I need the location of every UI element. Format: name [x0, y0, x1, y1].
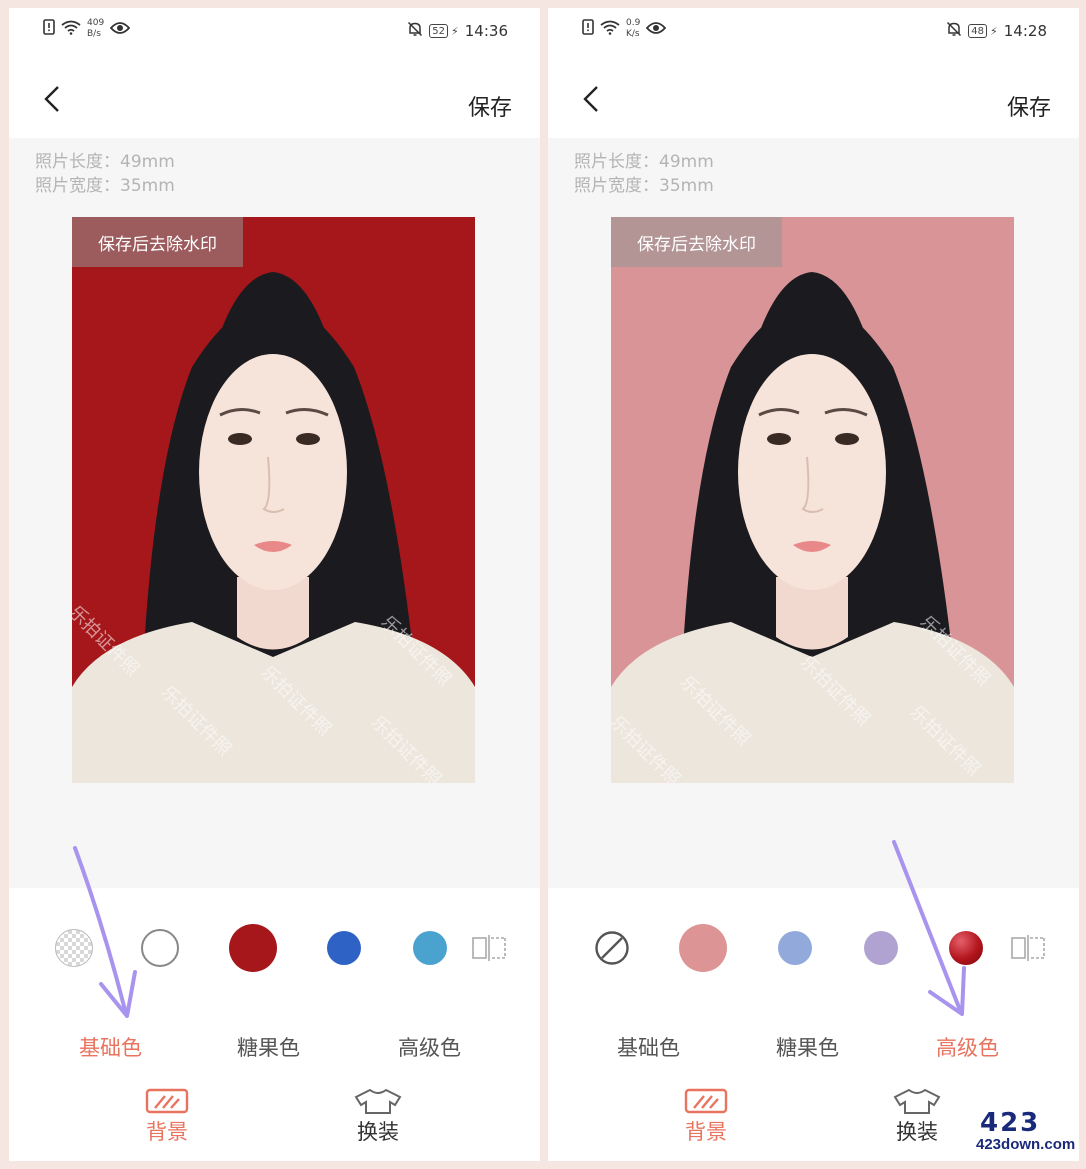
status-bar: 409 B/s 52 ⚡ 14:36: [9, 8, 540, 56]
network-speed: 409 B/s: [87, 18, 104, 40]
color-category-tabs: 基础色 糖果色 高级色: [548, 1016, 1079, 1060]
tab-outfit-label: 换装: [896, 1120, 938, 1144]
status-time: 14:36: [464, 22, 508, 40]
tab-background-label: 背景: [685, 1120, 727, 1144]
network-speed-unit: B/s: [87, 29, 101, 39]
swatch-crimson-gradient[interactable]: [949, 931, 983, 965]
tab-background-label: 背景: [146, 1120, 188, 1144]
eye-icon: [109, 20, 131, 39]
color-category-tabs: 基础色 糖果色 高级色: [9, 1016, 540, 1060]
compare-icon[interactable]: [1010, 934, 1046, 966]
network-speed: 0.9 K/s: [626, 18, 640, 40]
shirt-icon: [893, 1088, 941, 1114]
tab-premium-color[interactable]: 高级色: [398, 1032, 461, 1062]
sim-alert-icon: [43, 19, 55, 39]
photo-size-info: 照片长度：49mm 照片宽度：35mm: [574, 150, 714, 198]
swatch-none[interactable]: [594, 930, 630, 966]
chevron-left-icon: [44, 86, 59, 112]
photo-width-label: 照片宽度：35mm: [574, 176, 714, 196]
tab-background[interactable]: 背景: [145, 1088, 189, 1146]
tab-outfit[interactable]: 换装: [352, 1088, 404, 1146]
id-photo-preview: 保存后去除水印 乐拍证件照 乐拍证件照 乐拍证件照 乐拍证件照 乐拍证件照: [72, 217, 475, 783]
portrait-illustration: [72, 217, 475, 783]
tab-basic-color[interactable]: 基础色: [79, 1032, 142, 1062]
save-button[interactable]: 保存: [468, 90, 512, 122]
swatch-transparent[interactable]: [55, 929, 93, 967]
shirt-icon: [354, 1088, 402, 1114]
battery-indicator: 52: [429, 24, 449, 38]
background-tab-icon: [684, 1088, 728, 1114]
photo-width-label: 照片宽度：35mm: [35, 176, 175, 196]
tab-basic-color[interactable]: 基础色: [617, 1032, 680, 1062]
wifi-icon: [600, 20, 620, 39]
tab-premium-color[interactable]: 高级色: [936, 1032, 999, 1062]
tab-outfit[interactable]: 换装: [891, 1088, 943, 1146]
portrait-illustration: [611, 217, 1014, 783]
mute-bell-icon: [946, 21, 962, 41]
watermark-badge: 保存后去除水印: [611, 217, 782, 267]
phone-screen-right: 0.9 K/s 48 ⚡ 14:28 保存 照片长度：49mm 照片宽度：35m…: [548, 8, 1079, 1161]
mute-bell-icon: [407, 21, 423, 41]
watermark-badge: 保存后去除水印: [72, 217, 243, 267]
battery-indicator: 48: [968, 24, 988, 38]
swatch-lavender[interactable]: [864, 931, 898, 965]
color-swatches: [9, 916, 540, 980]
tab-background[interactable]: 背景: [684, 1088, 728, 1146]
network-speed-unit: K/s: [626, 29, 640, 39]
bottom-tab-bar: 背景 换装: [9, 1084, 540, 1154]
network-speed-value: 409: [87, 18, 105, 28]
photo-length-label: 照片长度：49mm: [35, 152, 175, 172]
network-speed-value: 0.9: [626, 18, 641, 28]
site-logo-url: 423down.com: [976, 1136, 1076, 1153]
charging-icon: ⚡: [990, 24, 998, 38]
status-time: 14:28: [1003, 22, 1047, 40]
status-bar: 0.9 K/s 48 ⚡ 14:28: [548, 8, 1079, 56]
photo-size-info: 照片长度：49mm 照片宽度：35mm: [35, 150, 175, 198]
tab-candy-color[interactable]: 糖果色: [776, 1032, 839, 1062]
save-button[interactable]: 保存: [1007, 90, 1051, 122]
swatch-white[interactable]: [141, 929, 179, 967]
photo-length-label: 照片长度：49mm: [574, 152, 714, 172]
phone-screen-left: 409 B/s 52 ⚡ 14:36 保存 照片长度：49mm 照片宽度：35m…: [9, 8, 540, 1161]
swatch-pink[interactable]: [679, 924, 727, 972]
id-photo-preview: 保存后去除水印 乐拍证件照 乐拍证件照 乐拍证件照 乐拍证件照 乐拍证件照: [611, 217, 1014, 783]
site-logo: 423 423down.com: [976, 1108, 1080, 1158]
tab-outfit-label: 换装: [357, 1120, 399, 1144]
chevron-left-icon: [583, 86, 598, 112]
background-tab-icon: [145, 1088, 189, 1114]
swatch-periwinkle[interactable]: [778, 931, 812, 965]
swatch-blue[interactable]: [327, 931, 361, 965]
back-button[interactable]: [41, 84, 65, 114]
site-logo-number: 423: [980, 1108, 1041, 1138]
swatch-light-blue[interactable]: [413, 931, 447, 965]
compare-icon[interactable]: [471, 934, 507, 966]
charging-icon: ⚡: [451, 24, 459, 38]
nav-bar: 保存: [548, 56, 1079, 138]
sim-alert-icon: [582, 19, 594, 39]
edit-panel: 基础色 糖果色 高级色 背景 换装: [9, 888, 540, 1161]
back-button[interactable]: [580, 84, 604, 114]
swatch-red[interactable]: [229, 924, 277, 972]
nav-bar: 保存: [9, 56, 540, 138]
no-color-icon: [595, 931, 629, 965]
color-swatches: [548, 916, 1079, 980]
wifi-icon: [61, 20, 81, 39]
tab-candy-color[interactable]: 糖果色: [237, 1032, 300, 1062]
eye-icon: [646, 20, 667, 39]
